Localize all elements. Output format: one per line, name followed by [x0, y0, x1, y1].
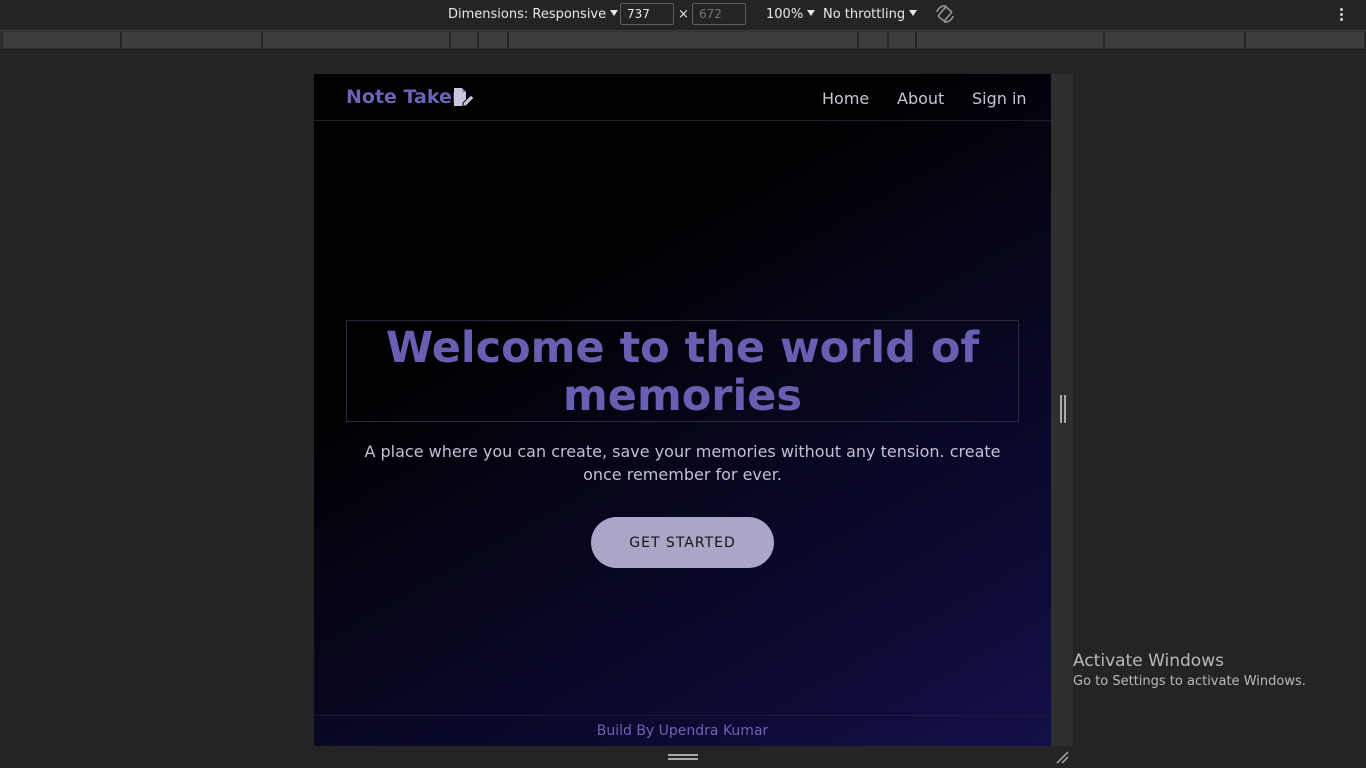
kebab-menu-icon[interactable] [1333, 6, 1349, 24]
windows-activation-watermark: Activate Windows Go to Settings to activ… [1073, 651, 1306, 689]
media-query-segment[interactable] [508, 32, 858, 48]
zoom-label: 100% [766, 7, 804, 22]
media-query-segment[interactable] [262, 32, 450, 48]
get-started-button[interactable]: GET STARTED [591, 517, 774, 568]
media-query-segment[interactable] [888, 32, 916, 48]
hero-subtitle: A place where you can create, save your … [364, 442, 1001, 484]
media-query-segment[interactable] [1245, 32, 1365, 48]
watermark-title: Activate Windows [1073, 651, 1224, 671]
media-query-segment[interactable] [450, 32, 478, 48]
site-navbar: Note Taker Home About Sign in [314, 74, 1051, 121]
throttling-label: No throttling [823, 7, 906, 22]
caret-down-icon [909, 10, 918, 16]
caret-down-icon [807, 10, 816, 16]
resize-corner-icon[interactable] [1055, 750, 1069, 764]
dimensions-label: Dimensions: Responsive [448, 7, 607, 22]
media-query-ruler [0, 31, 1366, 50]
dimension-separator: × [678, 7, 689, 22]
nav-home-link[interactable]: Home [822, 89, 869, 108]
resize-width-handle[interactable] [1060, 395, 1066, 423]
media-query-segment[interactable] [478, 32, 508, 48]
zoom-dropdown[interactable]: 100% [766, 7, 816, 22]
throttling-dropdown[interactable]: No throttling [823, 7, 918, 22]
hero-title: Welcome to the world of memories [346, 320, 1019, 422]
media-query-segment[interactable] [858, 32, 888, 48]
height-input[interactable] [692, 3, 746, 25]
nav-about-link[interactable]: About [897, 89, 944, 108]
emulated-viewport: Note Taker Home About Sign in Welcome to… [314, 74, 1051, 746]
watermark-subtitle: Go to Settings to activate Windows. [1073, 674, 1306, 689]
rotate-icon[interactable] [934, 3, 956, 25]
dimensions-dropdown[interactable]: Dimensions: Responsive [448, 7, 619, 22]
brand-logo-link[interactable]: Note Taker [346, 86, 461, 108]
note-edit-icon [454, 88, 475, 107]
media-query-segment[interactable] [121, 32, 262, 48]
media-query-segment[interactable] [1104, 32, 1245, 48]
devtools-device-toolbar: Dimensions: Responsive × 100% No throttl… [0, 0, 1366, 31]
media-query-segment[interactable] [2, 32, 121, 48]
caret-down-icon [610, 10, 619, 16]
media-query-segment[interactable] [916, 32, 1104, 48]
resize-height-handle[interactable] [668, 754, 698, 760]
width-input[interactable] [620, 3, 674, 25]
nav-signin-link[interactable]: Sign in [972, 89, 1027, 108]
site-footer: Build By Upendra Kumar [314, 715, 1051, 746]
